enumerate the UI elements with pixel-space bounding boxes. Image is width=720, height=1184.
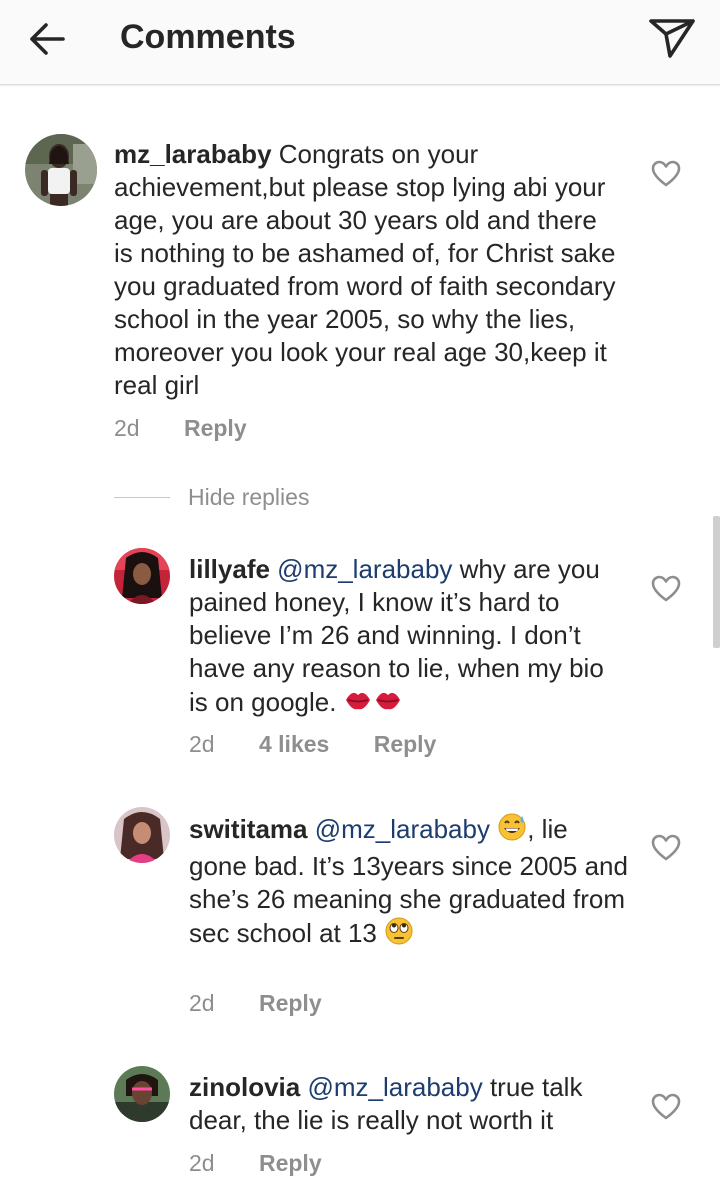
comment-meta: 2d Reply: [114, 413, 247, 443]
reply-time: 2d: [189, 1150, 215, 1176]
reply-time: 2d: [189, 731, 215, 757]
reply-meta: 2d Reply: [189, 1148, 322, 1178]
reply-text: zinolovia @mz_larababy true talk dear, t…: [189, 1071, 629, 1137]
reply-username[interactable]: zinolovia: [189, 1072, 300, 1102]
heart-icon: [651, 575, 681, 602]
like-button[interactable]: [651, 160, 681, 188]
like-button[interactable]: [651, 1093, 681, 1121]
comment-time: 2d: [114, 415, 140, 441]
mention-link[interactable]: @mz_larababy: [307, 1072, 482, 1102]
comment-content: Congrats on your achievement,but please …: [114, 139, 616, 400]
like-button[interactable]: [651, 575, 681, 603]
likes-count[interactable]: 4 likes: [259, 729, 329, 759]
hide-replies-label: Hide replies: [188, 483, 310, 510]
reply-button[interactable]: Reply: [374, 729, 437, 759]
grinning-sweat-emoji: [497, 812, 527, 850]
heart-icon: [651, 1093, 681, 1120]
hide-replies-button[interactable]: Hide replies: [114, 482, 309, 512]
page-title: Comments: [120, 18, 296, 56]
scrollbar[interactable]: [713, 516, 720, 648]
reply-username[interactable]: lillyafe: [189, 554, 270, 584]
reply-button[interactable]: Reply: [184, 413, 247, 443]
heart-icon: [651, 160, 681, 187]
heart-icon: [651, 834, 681, 861]
reply-text: lillyafe @mz_larababy why are you pained…: [189, 553, 629, 723]
back-button[interactable]: [22, 14, 72, 64]
paper-plane-icon: [649, 19, 695, 58]
comment-username[interactable]: mz_larababy: [114, 139, 272, 169]
reply-username[interactable]: swititama: [189, 814, 308, 844]
avatar[interactable]: [114, 1066, 170, 1122]
eye-roll-emoji: [384, 916, 414, 954]
reply-text: swititama @mz_larababy , lie gone bad. I…: [189, 812, 629, 954]
kiss-mark-emoji: [344, 685, 402, 723]
reply-button[interactable]: Reply: [259, 1148, 322, 1178]
reply-button[interactable]: Reply: [259, 988, 322, 1018]
avatar[interactable]: [114, 807, 170, 863]
reply-time: 2d: [189, 990, 215, 1016]
avatar[interactable]: [25, 134, 97, 206]
share-button[interactable]: [644, 12, 700, 64]
top-bar: Comments: [0, 0, 720, 85]
comment-text: mz_larababy Congrats on your achievement…: [114, 138, 619, 402]
mention-link[interactable]: @mz_larababy: [277, 554, 452, 584]
comments-screen: Comments mz_larababy Congrats on your ac…: [0, 0, 720, 1184]
reply-meta: 2d 4 likes Reply: [189, 729, 436, 759]
avatar[interactable]: [114, 548, 170, 604]
mention-link[interactable]: @mz_larababy: [315, 814, 490, 844]
like-button[interactable]: [651, 834, 681, 862]
reply-meta: 2d Reply: [189, 988, 322, 1018]
divider: [114, 496, 170, 498]
arrow-left-icon: [30, 23, 65, 55]
